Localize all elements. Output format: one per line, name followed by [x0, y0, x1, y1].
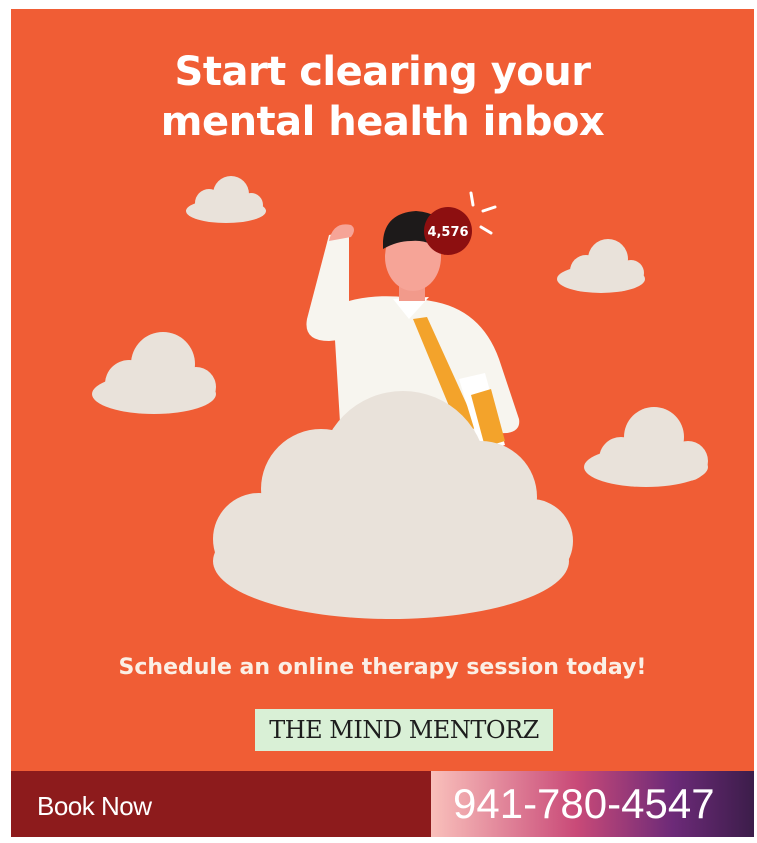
headline-line-2: mental health inbox: [160, 99, 605, 145]
cloud-icon: [92, 332, 216, 414]
headline: Start clearing your mental health inbox: [11, 47, 754, 147]
phone-number[interactable]: 941-780-4547: [453, 780, 715, 828]
promo-poster: Start clearing your mental health inbox: [11, 9, 754, 771]
cloud-icon: [584, 407, 708, 487]
brand-label: THE MIND MENTORZ: [255, 709, 553, 751]
notification-badge: 4,576: [424, 207, 472, 255]
phone-banner[interactable]: 941-780-4547: [431, 771, 754, 837]
badge-count: 4,576: [427, 225, 468, 240]
footer-bar: Book Now 941-780-4547: [11, 771, 754, 837]
headline-line-1: Start clearing your: [174, 49, 591, 95]
cloud-icon: [213, 391, 573, 619]
alert-lines-icon: [469, 191, 497, 235]
book-now-button[interactable]: Book Now: [37, 791, 152, 822]
therapy-illustration: 4,576: [92, 176, 708, 619]
subline: Schedule an online therapy session today…: [118, 655, 647, 680]
cloud-icon: [186, 176, 266, 223]
cloud-icon: [557, 239, 645, 293]
